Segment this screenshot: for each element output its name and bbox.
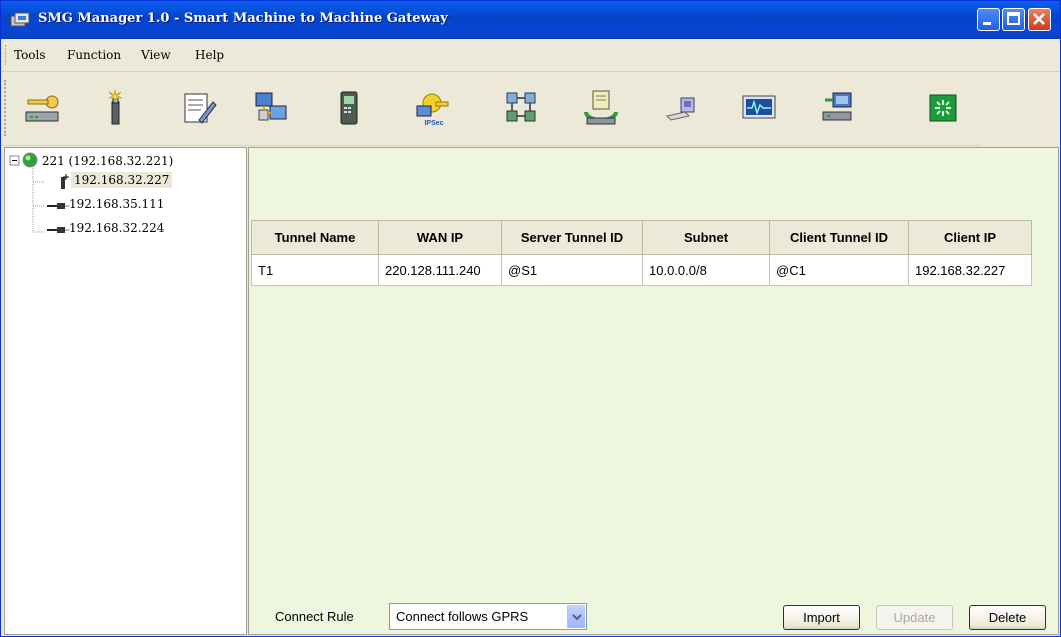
- toolbar-button-usb[interactable]: [653, 78, 709, 138]
- tree-item-client[interactable]: 192.168.32.224: [47, 221, 165, 235]
- tree-item-client[interactable]: 192.168.35.111: [47, 197, 165, 211]
- toolbar-button-key[interactable]: [14, 78, 70, 138]
- close-icon: [1033, 13, 1045, 25]
- column-header-tunnel-name[interactable]: Tunnel Name: [251, 220, 379, 255]
- plug-connected-icon: [61, 174, 69, 189]
- usb-device-icon: [666, 97, 695, 121]
- tree-item-label: 192.168.32.227: [74, 173, 170, 187]
- import-button[interactable]: Import: [783, 605, 860, 630]
- refresh-server-icon: [584, 90, 618, 125]
- network-computers-icon: [255, 92, 287, 121]
- toolbar-button-status[interactable]: [915, 78, 971, 138]
- edit-notepad-icon: [184, 93, 217, 124]
- column-header-subnet[interactable]: Subnet: [642, 220, 770, 255]
- column-header-wan-ip[interactable]: WAN IP: [378, 220, 502, 255]
- column-header-client-ip[interactable]: Client IP: [908, 220, 1032, 255]
- cell-client-tunnel-id[interactable]: @C1: [769, 254, 909, 286]
- device-tree: 221 (192.168.32.221) 192.168.32.227 192.…: [4, 147, 247, 635]
- toolbar-button-wand[interactable]: [87, 78, 143, 138]
- app-icon: [10, 12, 30, 28]
- column-header-client-tunnel-id[interactable]: Client Tunnel ID: [769, 220, 909, 255]
- dropdown-arrow-button[interactable]: [567, 605, 585, 628]
- monitor-wave-icon: [742, 95, 776, 119]
- chevron-down-icon: [571, 613, 582, 620]
- cell-tunnel-name[interactable]: T1: [251, 254, 379, 286]
- maximize-icon: [1007, 12, 1020, 25]
- tunnel-table: Tunnel Name WAN IP Server Tunnel ID Subn…: [251, 220, 1032, 286]
- tunnel-panel: Tunnel Name WAN IP Server Tunnel ID Subn…: [248, 147, 1059, 635]
- wand-icon: [108, 89, 123, 125]
- tree-item-label: 192.168.32.224: [69, 221, 165, 235]
- toolbar: IPSec: [1, 72, 981, 146]
- cell-client-ip[interactable]: 192.168.32.227: [908, 254, 1032, 286]
- toolbar-button-pc[interactable]: [809, 78, 865, 138]
- menu-view[interactable]: View: [141, 48, 171, 62]
- cell-server-tunnel-id[interactable]: @S1: [501, 254, 643, 286]
- green-status-icon: [929, 94, 957, 122]
- cell-wan-ip[interactable]: 220.128.111.240: [378, 254, 502, 286]
- menu-help[interactable]: Help: [195, 48, 224, 62]
- toolbar-button-grid[interactable]: [493, 78, 549, 138]
- cable-icon: [47, 227, 69, 233]
- close-button[interactable]: [1028, 8, 1051, 31]
- connect-rule-select[interactable]: Connect follows GPRS: [389, 603, 587, 630]
- table-header-row: Tunnel Name WAN IP Server Tunnel ID Subn…: [251, 220, 1032, 255]
- menu-grip[interactable]: [5, 45, 9, 65]
- toolbar-button-mobile[interactable]: [321, 78, 377, 138]
- toolbar-button-refresh[interactable]: [573, 78, 629, 138]
- table-row[interactable]: T1 220.128.111.240 @S1 10.0.0.0/8 @C1 19…: [251, 254, 1032, 286]
- menu-function[interactable]: Function: [67, 48, 121, 62]
- title-bar[interactable]: SMG Manager 1.0 - Smart Machine to Machi…: [1, 1, 1060, 39]
- maximize-button[interactable]: [1002, 8, 1025, 31]
- connect-rule-label: Connect Rule: [275, 609, 354, 624]
- toolbar-button-monitor[interactable]: [731, 78, 787, 138]
- toolbar-grip[interactable]: [4, 80, 9, 136]
- toolbar-button-edit[interactable]: [171, 78, 227, 138]
- update-button[interactable]: Update: [876, 605, 953, 630]
- toolbar-button-ipsec[interactable]: IPSec: [406, 78, 462, 138]
- mobile-phone-icon: [340, 91, 358, 125]
- network-grid-icon: [506, 92, 536, 122]
- tree-root-label: 221 (192.168.32.221): [41, 154, 174, 168]
- network-pc-icon: [822, 92, 852, 121]
- online-status-icon: [22, 152, 38, 168]
- cell-subnet[interactable]: 10.0.0.0/8: [642, 254, 770, 286]
- cable-icon: [47, 203, 69, 209]
- ipsec-label: IPSec: [424, 120, 443, 127]
- menu-tools[interactable]: Tools: [14, 48, 46, 62]
- menu-bar: Tools Function View Help: [1, 39, 1060, 72]
- window-title: SMG Manager 1.0 - Smart Machine to Machi…: [38, 11, 448, 26]
- app-window: SMG Manager 1.0 - Smart Machine to Machi…: [0, 0, 1061, 637]
- delete-button[interactable]: Delete: [969, 605, 1046, 630]
- key-router-icon: [25, 95, 59, 122]
- toolbar-button-network[interactable]: [243, 78, 299, 138]
- minimize-icon: [983, 22, 991, 25]
- column-header-server-tunnel-id[interactable]: Server Tunnel ID: [501, 220, 643, 255]
- tree-item-label: 192.168.35.111: [69, 197, 165, 211]
- tree-root[interactable]: 221 (192.168.32.221): [22, 152, 173, 168]
- connect-rule-value: Connect follows GPRS: [396, 609, 529, 624]
- tree-item-client-selected[interactable]: 192.168.32.227: [61, 172, 173, 189]
- minimize-button[interactable]: [977, 8, 1000, 31]
- ipsec-icon: IPSec: [416, 93, 449, 127]
